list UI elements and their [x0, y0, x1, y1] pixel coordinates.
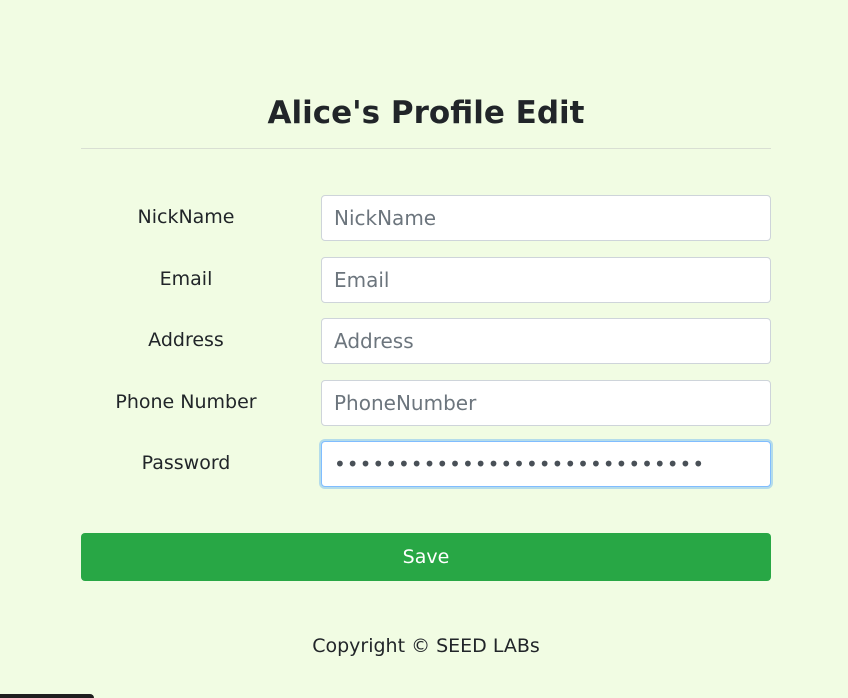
page-title: Alice's Profile Edit	[267, 95, 585, 131]
password-input[interactable]	[321, 441, 771, 487]
address-input[interactable]	[321, 318, 771, 364]
save-button[interactable]: Save	[81, 533, 771, 581]
phone-number-label: Phone Number	[115, 391, 257, 413]
password-row: Password	[81, 441, 771, 487]
email-input[interactable]	[321, 257, 771, 303]
email-row: Email	[81, 257, 771, 303]
address-row: Address	[81, 318, 771, 364]
title-divider	[81, 148, 771, 149]
phone-number-input[interactable]	[321, 380, 771, 426]
footer-copyright: Copyright © SEED LABs	[312, 635, 540, 657]
phone-number-row: Phone Number	[81, 380, 771, 426]
nickname-input[interactable]	[321, 195, 771, 241]
password-label: Password	[141, 452, 231, 474]
taskbar-edge	[0, 694, 94, 698]
address-label: Address	[148, 329, 224, 351]
nickname-row: NickName	[81, 195, 771, 241]
email-label: Email	[159, 268, 213, 290]
nickname-label: NickName	[137, 206, 235, 228]
